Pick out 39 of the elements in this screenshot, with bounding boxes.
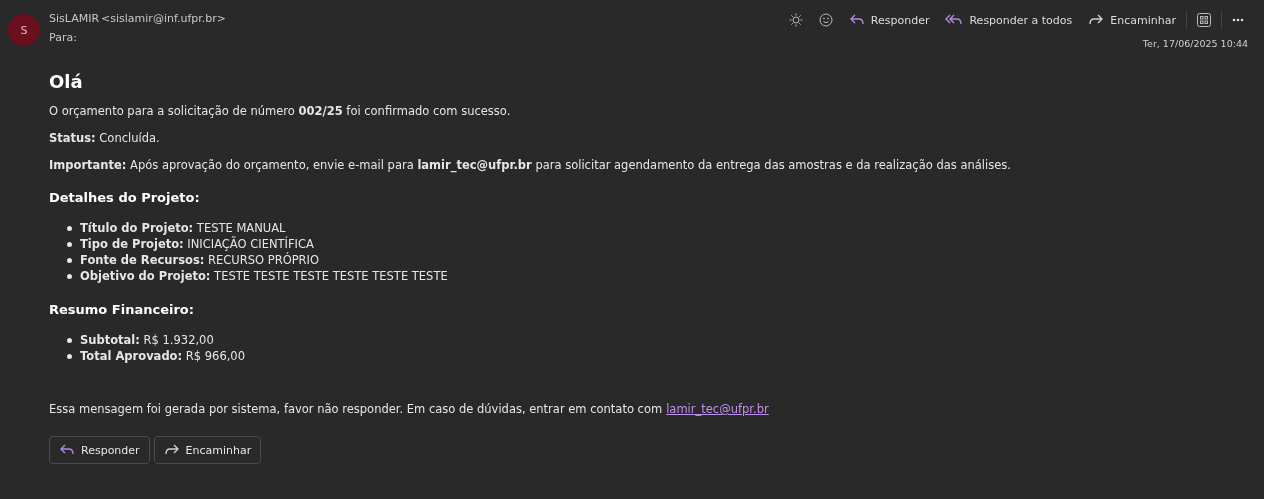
reply-all-icon [945,13,964,27]
footer-text: Essa mensagem foi gerada por sistema, favor não responder. Em caso de dúvidas, entrar em contato com [49,402,663,416]
sender-name: SisLAMIR [49,12,100,25]
more-icon [1232,18,1244,22]
message-date: Ter, 17/06/2025 10:44 [1142,38,1248,49]
reply-icon [848,13,865,27]
grid-icon [1197,13,1211,27]
brightness-icon [788,13,803,27]
list-item-text: Tipo de Projeto: INICIAÇÃO CIENTÍFICA [80,236,314,252]
list-item-text: Título do Projeto: TESTE MANUAL [80,220,286,236]
message-paragraph: Status: Concluída. [49,131,161,145]
reply-all-button[interactable]: Responder a todos [939,10,1079,30]
section-heading: Detalhes do Projeto: [49,190,201,205]
sender-email: <sislamir@inf.ufpr.br> [101,12,227,25]
message-paragraph: O orçamento para a solicitação de número 002/25 foi confirmado com sucesso. [49,104,512,118]
list-item-text: Fonte de Recursos: RECURSO PRÓPRIO [80,252,320,268]
list-item-text: Subtotal: R$ 1.932,00 [80,332,214,348]
bullet-icon [67,241,72,247]
reply-icon [59,443,75,457]
sender-avatar: S [8,14,40,46]
greeting-heading: Olá [49,71,84,92]
emoji-icon [818,13,833,27]
bullet-icon [67,353,72,359]
list-item-text: Objetivo do Projeto: TESTE TESTE TESTE TESTE TESTE TESTE [80,268,448,284]
list-item-text: Total Aprovado: R$ 966,00 [80,348,245,364]
reply-button[interactable]: Responder [49,436,150,464]
section-heading: Resumo Financeiro: [49,302,195,317]
forward-button[interactable]: Encaminhar [153,436,262,464]
forward-icon [163,443,180,457]
forward-button[interactable]: Encaminhar [1082,10,1182,30]
message-paragraph: Importante: Após aprovação do orçamento, envie e-mail para lamir_tec@ufpr.br para solicitar agendamento da entrega das amostras e da realização das análises. [49,158,1012,172]
to-label: Para: [49,31,78,44]
bullet-icon [67,225,72,231]
bullet-icon [67,273,72,279]
bullet-icon [67,257,72,263]
email-link[interactable]: lamir_tec@ufpr.br [666,402,769,416]
forward-icon [1088,13,1105,27]
bullet-icon [67,337,72,343]
reply-button[interactable]: Responder [842,10,936,30]
